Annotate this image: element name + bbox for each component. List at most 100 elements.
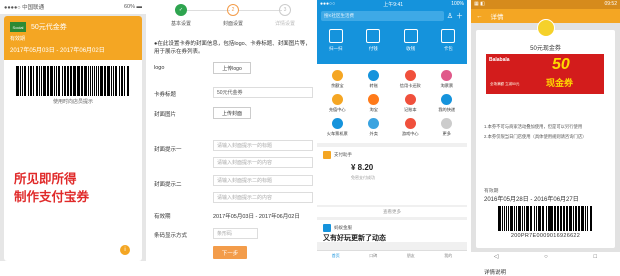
home-nav-icon[interactable]: ○ [544, 254, 548, 260]
battery: 100% [451, 1, 464, 7]
cards-action[interactable]: 卡包 [441, 29, 456, 52]
barcode-tip: 使用时向店员提示 [52, 99, 93, 105]
step-number: 3 [279, 4, 291, 16]
back-nav-icon[interactable]: ◁ [494, 253, 499, 260]
tab-koubei[interactable]: 口碑 [369, 253, 377, 259]
back-icon[interactable]: ← [476, 13, 483, 20]
app-icon [441, 70, 453, 81]
receive-action[interactable]: 收钱 [403, 29, 418, 52]
action-label: 付钱 [368, 46, 378, 51]
tagline-line-1: 所见即所得 [14, 172, 77, 186]
tip2-title-input[interactable]: 请输入封面提示二的标题 [213, 175, 313, 186]
info-text: ●在此设置卡券的封面信息，包括logo、卡券标题、封面图片等，用于展示在券列表。 [154, 41, 311, 55]
valid-dates: 2016年05月28日 - 2016年06月27日 [484, 197, 579, 203]
scan-icon [328, 29, 343, 43]
valid-label: 有效期 [10, 36, 26, 42]
grid-item[interactable]: 更多 [429, 118, 466, 137]
barcode-mode-select[interactable]: 条形码 [213, 228, 258, 239]
app-icon [331, 118, 343, 129]
app-icon [441, 94, 453, 105]
status-bar: ●●●●○ 中国联通 60% ▬ [0, 0, 146, 14]
check-icon: ✓ [175, 4, 187, 16]
step-basic[interactable]: ✓ 基本设置 [156, 4, 206, 27]
tab-friends[interactable]: 朋友 [407, 253, 415, 259]
tab-home[interactable]: 首页 [332, 253, 340, 259]
info-icon[interactable]: i [120, 245, 130, 255]
payment-message[interactable]: 支付助手 ¥ 8.20 免密支付成功 [317, 147, 467, 205]
coupon-header: Social 50元代金券 有效期 2017年05月03日 - 2017年06月… [4, 16, 142, 60]
rule-2: 2.本券仅限当日门店使用（具体使用规则请咨询门店） [484, 134, 587, 139]
tip1-title-input[interactable]: 请输入封面提示一的标题 [213, 140, 313, 151]
message-source: 支付助手 [334, 152, 352, 157]
cover-label: 封面图片 [154, 112, 177, 118]
grid-item[interactable]: 游戏中心 [392, 118, 429, 137]
app-grid: 余额宝 转账 信用卡还款 淘票票充值中心 淘宝 记账本 我的快递火车票机票 外卖 游戏中心 更多 [317, 64, 467, 143]
step-label: 封面设置 [222, 21, 243, 27]
add-icon[interactable]: ＋ [456, 11, 463, 21]
alipay-home-screen: ●●●○○ 上午9:41 100% 搜K社区生活费 ♙ ＋ 扫一扫 付钱 收钱 … [317, 0, 467, 261]
contacts-icon[interactable]: ♙ [447, 12, 453, 20]
signal: ●●●○○ [320, 1, 336, 7]
top-actions: 扫一扫 付钱 收钱 卡包 [317, 29, 467, 52]
tagline: 所见即所得 制作支付宝券 [14, 170, 89, 206]
barcode-mode-label: 条码显示方式 [154, 233, 188, 239]
barcode [498, 206, 593, 231]
app-icon [404, 118, 416, 129]
news-message[interactable]: 蚂蚁金服 又有好玩更新了动态 [317, 220, 467, 242]
view-more-link[interactable]: 查看更多 [317, 207, 467, 217]
grid-item-label: 我的快递 [438, 107, 456, 112]
grid-item[interactable]: 充值中心 [319, 94, 356, 113]
status-right: 60% ▬ [123, 4, 142, 10]
action-label: 收钱 [406, 46, 416, 51]
coupon-detail-card: 50元现金券 Balabala 50 现金券 全场满额 立减50元 1.本券不可… [476, 19, 615, 276]
tip2-label: 封面提示二 [154, 182, 182, 188]
grid-item[interactable]: 余额宝 [319, 70, 356, 89]
valid-value: 2017年05月03日 - 2017年06月02日 [213, 214, 300, 220]
step-detail[interactable]: 3 详情设置 [260, 4, 310, 27]
next-button[interactable]: 下一步 [213, 246, 247, 259]
banner-amount: 50 [552, 56, 570, 73]
grid-item[interactable]: 转账 [356, 70, 393, 89]
header: ●●●○○ 上午9:41 100% 搜K社区生活费 ♙ ＋ 扫一扫 付钱 收钱 … [317, 0, 467, 64]
grid-item[interactable]: 记账本 [392, 94, 429, 113]
app-icon [404, 70, 416, 81]
message-title: 又有好玩更新了动态 [323, 235, 386, 242]
grid-item[interactable]: 信用卡还款 [392, 70, 429, 89]
valid-dates: 2017年05月03日 - 2017年06月02日 [10, 48, 105, 54]
upload-logo-button[interactable]: 上传logo [213, 62, 251, 74]
coupon-card[interactable]: Social 50元代金券 有效期 2017年05月03日 - 2017年06月… [4, 16, 142, 261]
ant-icon [323, 224, 331, 232]
grid-item[interactable]: 淘宝 [356, 94, 393, 113]
grid-item[interactable]: 我的快递 [429, 94, 466, 113]
recent-nav-icon[interactable]: □ [594, 254, 598, 260]
grid-item-label: 外卖 [369, 131, 378, 136]
grid-item[interactable]: 外卖 [356, 118, 393, 137]
title-input[interactable]: 50元代金券 [213, 87, 313, 98]
step-label: 详情设置 [274, 21, 295, 27]
grid-item-label: 信用卡还款 [399, 83, 421, 88]
tip1-content-input[interactable]: 请输入封面提示一的内容 [213, 157, 313, 168]
step-number: 2 [227, 4, 239, 16]
banner-brand: Balabala [489, 57, 510, 63]
grid-item[interactable]: 淘票票 [429, 70, 466, 89]
coupon-banner-image: Balabala 50 现金券 全场满额 立减50元 [486, 54, 604, 94]
scan-action[interactable]: 扫一扫 [328, 29, 343, 52]
nav-title: 详情 [490, 14, 504, 21]
detail-link[interactable]: 详情说明 [484, 268, 506, 276]
status-left: ●●●●○ 中国联通 [4, 5, 45, 11]
app-icon [331, 70, 343, 81]
grid-item-label: 淘宝 [369, 107, 378, 112]
grid-item-label: 更多 [442, 131, 451, 136]
step-label: 基本设置 [170, 21, 191, 27]
tagline-line-2: 制作支付宝券 [14, 190, 90, 204]
tip2-content-input[interactable]: 请输入封面提示二的内容 [213, 192, 313, 203]
upload-cover-button[interactable]: 上传封面 [213, 107, 251, 119]
logo-label: logo [154, 65, 165, 71]
pay-action[interactable]: 付钱 [366, 29, 381, 52]
grid-item[interactable]: 火车票机票 [319, 118, 356, 137]
receive-icon [403, 29, 418, 43]
search-input[interactable]: 搜K社区生活费 [321, 11, 444, 21]
barcode [16, 66, 130, 96]
tab-mine[interactable]: 我的 [444, 253, 452, 259]
step-cover[interactable]: 2 封面设置 [208, 4, 258, 27]
